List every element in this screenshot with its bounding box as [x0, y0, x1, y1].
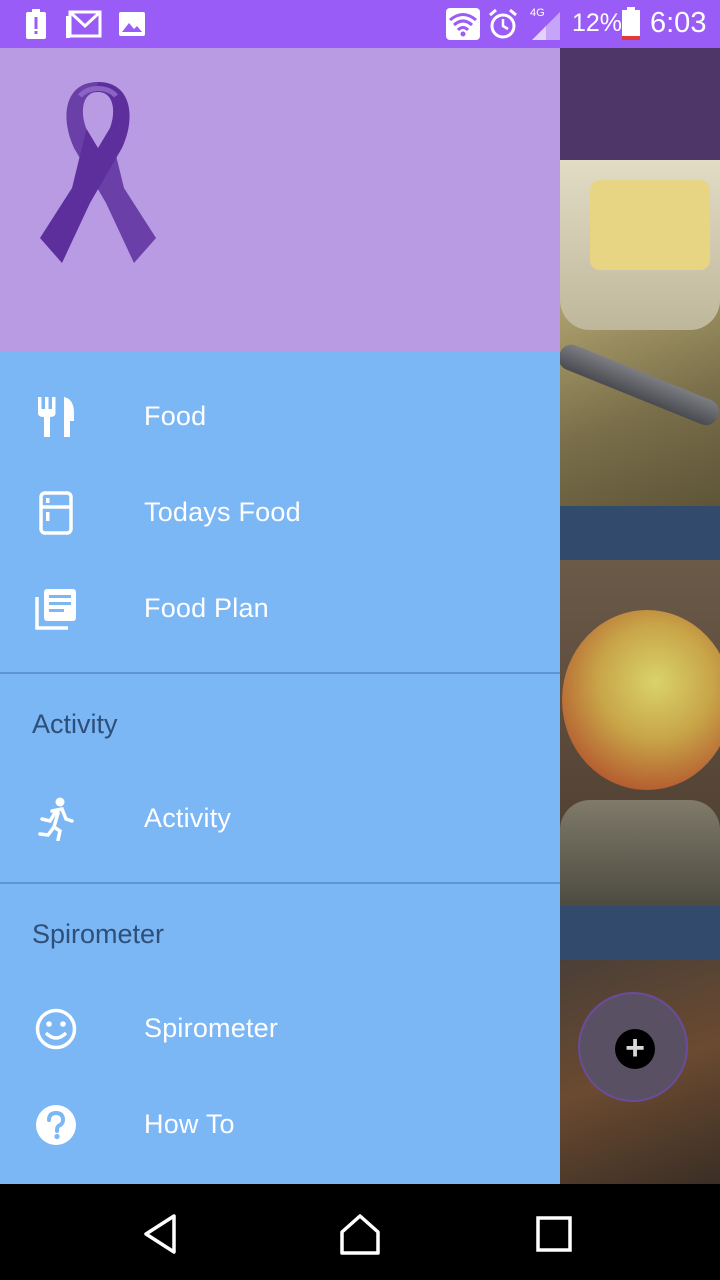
awareness-ribbon-logo [40, 82, 156, 263]
menu-item-food-plan[interactable]: Food Plan [0, 561, 560, 657]
section-title-activity: Activity [32, 709, 118, 739]
butter-image-part [590, 180, 710, 270]
divider [0, 672, 560, 674]
menu-item-label: Todays Food [144, 497, 301, 527]
menu-item-label: Spirometer [144, 1013, 279, 1043]
battery-alert-icon [26, 9, 46, 39]
alarm-icon [489, 8, 517, 39]
food-card-image[interactable] [560, 560, 720, 906]
recents-icon[interactable] [532, 1212, 576, 1256]
status-bar: 4G 12% 6:03 [0, 0, 720, 48]
fork-knife-icon [38, 397, 74, 437]
run-icon [38, 797, 74, 841]
menu-item-label: How To [144, 1109, 235, 1139]
gmail-icon [66, 10, 102, 38]
divider [0, 882, 560, 884]
menu-item-how-to[interactable]: How To [0, 1077, 560, 1173]
library-books-icon [35, 589, 76, 630]
knife-image-part [555, 340, 720, 429]
fridge-icon [39, 491, 73, 535]
back-icon[interactable] [138, 1212, 182, 1256]
menu-item-activity[interactable]: Activity [0, 771, 560, 867]
help-circle-icon [36, 1105, 76, 1145]
menu-item-food[interactable]: Food [0, 369, 560, 465]
wifi-icon [446, 8, 480, 40]
battery-percent: 12% [572, 9, 623, 37]
apple-image-part [562, 610, 720, 790]
clock: 6:03 [650, 7, 707, 39]
menu-item-spirometer[interactable]: Spirometer [0, 981, 560, 1077]
add-circle-icon: + [615, 1029, 655, 1069]
card-caption-strip [560, 506, 720, 560]
add-fab-button[interactable]: + [578, 992, 688, 1102]
home-icon[interactable] [338, 1212, 382, 1256]
signal-icon [532, 12, 560, 40]
menu-item-label: Food [144, 401, 207, 431]
card-caption-strip [560, 906, 720, 960]
navigation-drawer: Food Todays Food Food Plan Activity Acti… [0, 48, 560, 1184]
menu-item-label: Activity [144, 803, 232, 833]
smiley-icon [35, 1008, 77, 1050]
drawer-header [0, 48, 560, 352]
food-card-image[interactable] [555, 160, 720, 506]
system-nav-bar [0, 1184, 720, 1280]
menu-item-label: Food Plan [144, 593, 269, 623]
section-title-spirometer: Spirometer [32, 919, 165, 949]
battery-icon [622, 7, 640, 40]
image-icon [119, 12, 145, 36]
menu-item-todays-food[interactable]: Todays Food [0, 465, 560, 561]
salad-image-part [560, 800, 720, 906]
